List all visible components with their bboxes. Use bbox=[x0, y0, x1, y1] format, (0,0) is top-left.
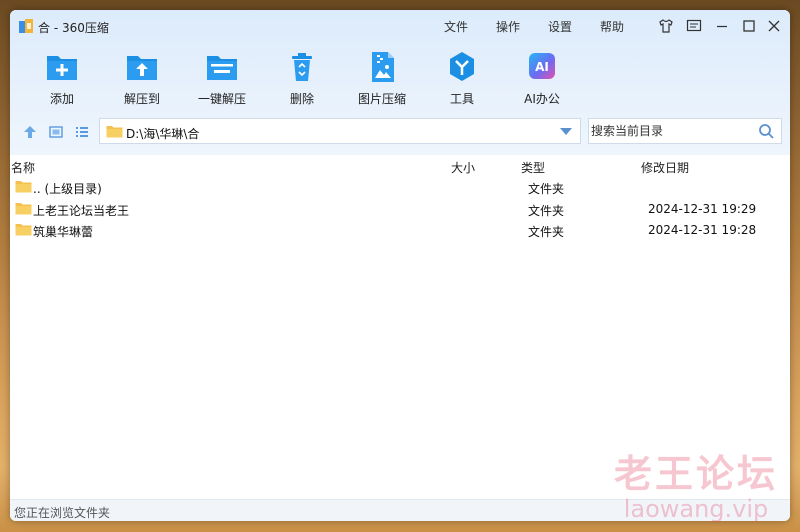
image-compress-icon bbox=[372, 52, 394, 82]
add-folder-icon bbox=[47, 56, 77, 80]
column-name[interactable]: 名称 bbox=[11, 159, 35, 176]
status-text: 您正在浏览文件夹 bbox=[14, 506, 111, 520]
ai-office-button[interactable]: AI AI办公 bbox=[502, 50, 582, 106]
column-size[interactable]: 大小 bbox=[451, 159, 475, 176]
file-type: 文件夹 bbox=[528, 225, 565, 239]
chevron-down-icon[interactable] bbox=[560, 128, 572, 136]
folder-icon bbox=[15, 181, 32, 193]
path-bar[interactable]: D:\海\华琳\合 bbox=[99, 118, 581, 144]
extract-to-label: 解压到 bbox=[123, 92, 160, 106]
extract-to-icon bbox=[127, 56, 157, 80]
list-item-parent[interactable]: .. (上级目录) 文件夹 bbox=[10, 177, 790, 198]
watermark: 老王论坛 laowang.vip bbox=[613, 451, 778, 523]
tools-icon bbox=[450, 52, 474, 81]
up-arrow-icon[interactable] bbox=[22, 124, 38, 140]
title-bar: 合 - 360压缩 文件 操作 设置 帮助 bbox=[10, 10, 790, 42]
column-modified[interactable]: 修改日期 bbox=[641, 159, 689, 176]
list-item[interactable]: 筑巢华琳蕾 文件夹 2024-12-31 19:28 bbox=[10, 220, 790, 241]
archive-app-icon bbox=[19, 19, 33, 33]
ai-office-label: AI办公 bbox=[524, 92, 560, 106]
folder-icon bbox=[15, 224, 32, 236]
column-type[interactable]: 类型 bbox=[521, 159, 545, 176]
ai-office-icon: AI bbox=[529, 53, 555, 79]
image-compress-button[interactable]: 图片压缩 bbox=[342, 50, 422, 106]
menu-settings[interactable]: 设置 bbox=[548, 18, 572, 35]
list-item[interactable]: 上老王论坛当老王 文件夹 2024-12-31 19:29 bbox=[10, 199, 790, 220]
folder-icon bbox=[106, 126, 123, 138]
close-icon[interactable] bbox=[765, 17, 783, 35]
watermark-url: laowang.vip bbox=[623, 494, 769, 523]
window-title: 合 - 360压缩 bbox=[38, 21, 109, 35]
file-name: 筑巢华琳蕾 bbox=[33, 225, 94, 239]
svg-text:AI: AI bbox=[535, 60, 549, 74]
feedback-icon[interactable] bbox=[685, 17, 703, 35]
delete-button[interactable]: 删除 bbox=[262, 50, 342, 106]
recycle-bin-icon bbox=[292, 53, 312, 81]
shirt-icon[interactable] bbox=[657, 17, 675, 35]
maximize-icon[interactable] bbox=[740, 17, 758, 35]
menu-operate[interactable]: 操作 bbox=[496, 18, 520, 35]
tools-label: 工具 bbox=[449, 92, 474, 106]
search-box bbox=[588, 118, 782, 144]
one-click-extract-button[interactable]: 一键解压 bbox=[182, 50, 262, 106]
app-window: 合 - 360压缩 文件 操作 设置 帮助 添加 解压到 一键解压 删除 图片压… bbox=[10, 10, 790, 521]
delete-label: 删除 bbox=[289, 92, 314, 106]
file-type: 文件夹 bbox=[528, 204, 565, 218]
file-type: 文件夹 bbox=[528, 182, 565, 196]
file-date: 2024-12-31 19:29 bbox=[648, 202, 757, 216]
add-label: 添加 bbox=[49, 92, 74, 106]
list-view-icon[interactable] bbox=[74, 124, 90, 140]
one-click-extract-label: 一键解压 bbox=[197, 92, 246, 106]
one-click-extract-icon bbox=[207, 56, 237, 80]
search-icon[interactable] bbox=[758, 123, 775, 140]
current-path: D:\海\华琳\合 bbox=[126, 127, 200, 141]
menu-file[interactable]: 文件 bbox=[444, 18, 468, 35]
image-compress-label: 图片压缩 bbox=[357, 92, 406, 106]
search-input[interactable] bbox=[591, 121, 751, 141]
file-name: 上老王论坛当老王 bbox=[33, 204, 130, 218]
minimize-icon[interactable] bbox=[713, 17, 731, 35]
extract-to-button[interactable]: 解压到 bbox=[102, 50, 182, 106]
thumbnail-view-icon[interactable] bbox=[48, 124, 64, 140]
folder-icon bbox=[15, 203, 32, 215]
tools-button[interactable]: 工具 bbox=[422, 50, 502, 106]
add-button[interactable]: 添加 bbox=[22, 50, 102, 106]
watermark-title: 老王论坛 bbox=[613, 451, 778, 496]
file-date: 2024-12-31 19:28 bbox=[648, 223, 757, 237]
file-name: .. (上级目录) bbox=[33, 182, 102, 196]
menu-help[interactable]: 帮助 bbox=[600, 18, 624, 35]
file-list-header: 名称 大小 类型 修改日期 bbox=[10, 156, 790, 176]
